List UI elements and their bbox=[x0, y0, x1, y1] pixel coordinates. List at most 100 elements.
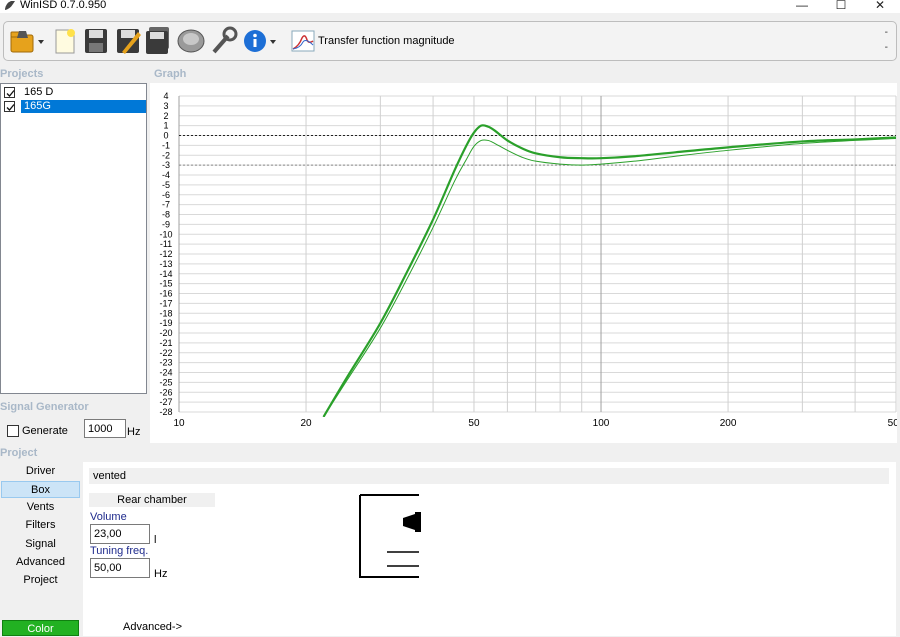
frequency-unit: Hz bbox=[127, 426, 141, 438]
new-project-icon[interactable] bbox=[52, 26, 78, 56]
box-type-selector[interactable]: vented bbox=[89, 468, 889, 484]
y-tick-label: -27 bbox=[159, 397, 172, 407]
y-tick-label: -4 bbox=[162, 170, 170, 180]
nav-filters[interactable]: Filters bbox=[1, 517, 80, 534]
y-tick-label: -13 bbox=[159, 259, 172, 269]
nav-vents[interactable]: Vents bbox=[1, 499, 80, 516]
y-tick-label: 3 bbox=[163, 101, 168, 111]
window-title: WinISD 0.7.0.950 bbox=[20, 0, 107, 11]
y-tick-label: -17 bbox=[159, 298, 172, 308]
y-tick-label: -21 bbox=[159, 338, 172, 348]
title-bar bbox=[0, 0, 900, 13]
y-tick-label: -2 bbox=[162, 150, 170, 160]
toolbar: Transfer function magnitude - - bbox=[3, 21, 897, 61]
nav-signal[interactable]: Signal bbox=[1, 536, 80, 553]
projects-list[interactable]: 165 D 165G bbox=[0, 83, 147, 394]
maximize-button[interactable]: ☐ bbox=[831, 0, 851, 12]
y-tick-label: -1 bbox=[162, 140, 170, 150]
nav-driver[interactable]: Driver bbox=[1, 463, 80, 480]
save-all-icon[interactable] bbox=[144, 26, 172, 56]
project-checkbox[interactable] bbox=[4, 101, 15, 112]
y-tick-label: -11 bbox=[160, 239, 172, 249]
y-tick-label: -7 bbox=[162, 200, 170, 210]
y-tick-label: 1 bbox=[163, 121, 168, 131]
graph-panel[interactable]: 4 3 2 1 0 -1 -2 -3 -4 -5 -6 -7 -8 -9 -10 -11 -12 -13 -14 -1… bbox=[150, 83, 897, 443]
color-button[interactable]: Color bbox=[2, 620, 79, 636]
rear-chamber-header: Rear chamber bbox=[89, 493, 215, 507]
y-tick-label: -24 bbox=[159, 368, 172, 378]
toolbar-marker-top: - bbox=[884, 27, 888, 38]
tuning-freq-input[interactable] bbox=[90, 558, 150, 578]
y-tick-label: -5 bbox=[162, 180, 170, 190]
close-button[interactable]: ✕ bbox=[870, 0, 890, 12]
save-as-icon[interactable] bbox=[114, 26, 142, 56]
x-tick-label: 500 bbox=[888, 418, 897, 429]
y-tick-label: -8 bbox=[162, 210, 170, 220]
nav-box[interactable]: Box bbox=[1, 481, 80, 498]
wrench-icon[interactable] bbox=[210, 26, 238, 56]
toolbar-marker-bottom: - bbox=[884, 42, 888, 53]
volume-input[interactable] bbox=[90, 524, 150, 544]
nav-project[interactable]: Project bbox=[1, 572, 80, 589]
y-tick-label: -26 bbox=[159, 387, 172, 397]
y-tick-label: -22 bbox=[159, 348, 172, 358]
x-tick-label: 20 bbox=[300, 418, 312, 429]
y-tick-label: -18 bbox=[159, 308, 172, 318]
tuning-freq-unit: Hz bbox=[154, 568, 168, 580]
nav-advanced[interactable]: Advanced bbox=[1, 554, 80, 571]
project-item-selected[interactable]: 165G bbox=[4, 100, 146, 113]
graph-type-label[interactable]: Transfer function magnitude bbox=[318, 35, 455, 47]
y-tick-label: -23 bbox=[159, 358, 172, 368]
open-folder-icon[interactable] bbox=[8, 26, 36, 56]
project-checkbox[interactable] bbox=[4, 87, 15, 98]
save-icon[interactable] bbox=[82, 26, 110, 56]
transfer-function-graph-icon[interactable] bbox=[290, 26, 316, 56]
project-name: 165 D bbox=[24, 86, 54, 98]
frequency-input[interactable] bbox=[84, 419, 126, 438]
x-tick-label: 50 bbox=[468, 418, 480, 429]
y-tick-label: -15 bbox=[159, 279, 172, 289]
y-tick-label: -19 bbox=[159, 318, 172, 328]
driver-database-icon[interactable] bbox=[176, 26, 206, 56]
vented-box-diagram-icon bbox=[359, 494, 421, 578]
y-tick-label: -9 bbox=[162, 219, 170, 229]
generate-checkbox[interactable] bbox=[7, 425, 19, 437]
project-item[interactable]: 165 D bbox=[4, 86, 146, 99]
signal-generator-label: Signal Generator bbox=[0, 401, 89, 413]
checkmark-icon bbox=[6, 104, 15, 111]
project-section-label: Project bbox=[0, 447, 38, 459]
generate-label: Generate bbox=[22, 425, 68, 437]
y-tick-label: -25 bbox=[159, 377, 172, 387]
transfer-function-chart[interactable]: 43210-1-2-3-4-5-6-7-8-9-10-11-12-13-14-1… bbox=[150, 83, 897, 443]
advanced-link[interactable]: Advanced-> bbox=[123, 621, 182, 633]
series-line bbox=[323, 137, 896, 417]
tuning-freq-label: Tuning freq. bbox=[90, 545, 149, 557]
info-dropdown-icon[interactable] bbox=[268, 26, 278, 56]
graph-section-label: Graph bbox=[154, 68, 187, 80]
app-logo-icon bbox=[5, 1, 15, 10]
info-icon[interactable] bbox=[242, 26, 268, 56]
open-dropdown-icon[interactable] bbox=[36, 26, 46, 56]
y-tick-label: -14 bbox=[159, 269, 172, 279]
y-tick-label: -10 bbox=[159, 229, 172, 239]
x-tick-label: 10 bbox=[173, 418, 185, 429]
projects-section-label: Projects bbox=[0, 68, 44, 80]
y-tick-label: -3 bbox=[162, 160, 170, 170]
y-tick-label: -12 bbox=[159, 249, 172, 259]
y-tick-label: 4 bbox=[163, 91, 168, 101]
x-tick-label: 100 bbox=[593, 418, 610, 429]
y-tick-label: -16 bbox=[159, 289, 172, 299]
y-tick-label: -6 bbox=[162, 190, 170, 200]
series-line bbox=[322, 124, 896, 417]
minimize-button[interactable]: — bbox=[792, 0, 812, 12]
y-tick-label: -28 bbox=[159, 407, 172, 417]
x-tick-label: 200 bbox=[720, 418, 737, 429]
checkmark-icon bbox=[6, 90, 15, 97]
y-tick-label: 0 bbox=[163, 131, 168, 141]
project-name: 165G bbox=[21, 100, 146, 113]
y-tick-label: 2 bbox=[163, 111, 168, 121]
y-tick-label: -20 bbox=[159, 328, 172, 338]
volume-unit: l bbox=[154, 534, 157, 546]
box-settings-panel: vented Rear chamber Volume l Tuning freq… bbox=[83, 462, 896, 636]
volume-label: Volume bbox=[90, 511, 127, 523]
